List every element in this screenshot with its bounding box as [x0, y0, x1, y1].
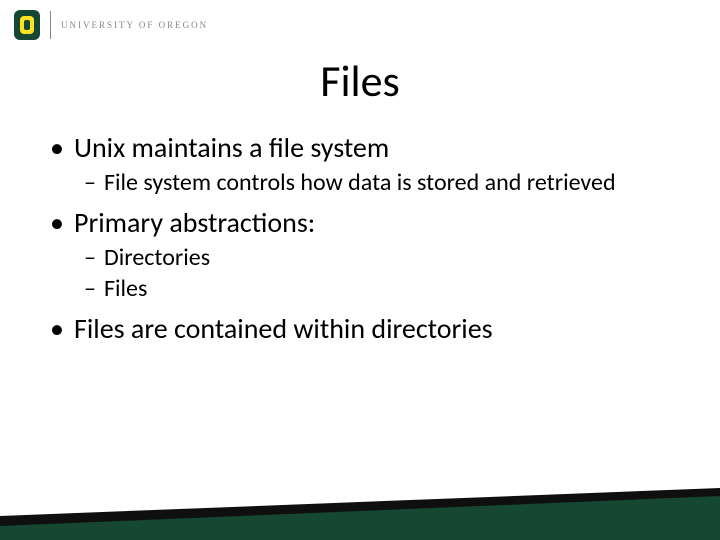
bullet-level2: Directories: [84, 244, 670, 272]
slide-content: Unix maintains a file system File system…: [50, 130, 670, 350]
bullet-text: Files: [104, 274, 147, 303]
header: UNIVERSITY OF OREGON: [14, 8, 208, 42]
bullet-text: Directories: [104, 243, 210, 272]
bullet-level2: File system controls how data is stored …: [84, 169, 670, 197]
slide-title: Files: [0, 54, 720, 108]
bullet-level1: Unix maintains a file system: [50, 130, 670, 165]
header-divider: [50, 11, 51, 39]
bullet-level2: Files: [84, 275, 670, 303]
bullet-text: Files are contained within directories: [74, 311, 493, 346]
bullet-text: Primary abstractions:: [74, 205, 315, 240]
bullet-level1: Files are contained within directories: [50, 311, 670, 346]
bullet-text: File system controls how data is stored …: [104, 168, 616, 197]
footer-graphic: [0, 482, 720, 540]
university-name: UNIVERSITY OF OREGON: [61, 20, 208, 30]
slide: UNIVERSITY OF OREGON Files Unix maintain…: [0, 0, 720, 540]
oregon-o-logo-icon: [14, 8, 40, 42]
bullet-text: Unix maintains a file system: [74, 130, 389, 165]
bullet-level1: Primary abstractions:: [50, 205, 670, 240]
